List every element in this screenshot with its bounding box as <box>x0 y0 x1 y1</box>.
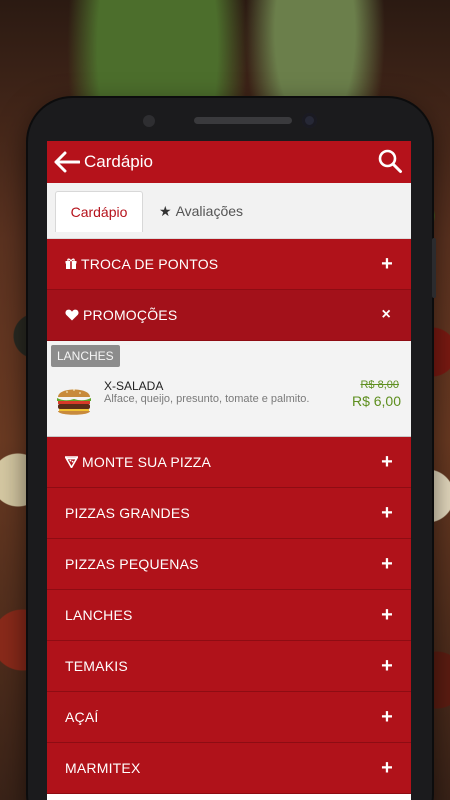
section-label: MONTE SUA PIZZA <box>82 454 212 470</box>
tab-label: Cardápio <box>70 204 128 220</box>
expand-icon[interactable]: + <box>381 452 393 472</box>
section-label-wrap: PROMOÇÕES <box>65 307 177 323</box>
menu-list: TROCA DE PONTOS + PROMOÇÕES × LANCHES X-… <box>47 239 411 794</box>
app-bar: Cardápio <box>47 141 411 183</box>
item-description: Alface, queijo, presunto, tomate e palmi… <box>104 393 310 405</box>
expand-icon[interactable]: + <box>381 758 393 778</box>
section-label: PIZZAS PEQUENAS <box>65 556 199 572</box>
expand-icon[interactable]: + <box>381 605 393 625</box>
section-label: MARMITEX <box>65 760 141 776</box>
pizza-slice-icon <box>65 456 78 468</box>
expand-icon[interactable]: + <box>381 656 393 676</box>
section-monte-sua-pizza[interactable]: MONTE SUA PIZZA + <box>47 437 411 488</box>
promo-item-card[interactable]: LANCHES X-SALADA Alface, queijo, presunt… <box>47 341 411 437</box>
section-lanches[interactable]: LANCHES + <box>47 590 411 641</box>
expand-icon[interactable]: + <box>381 707 393 727</box>
section-label: TROCA DE PONTOS <box>81 256 219 272</box>
expand-icon[interactable]: + <box>381 503 393 523</box>
section-label: LANCHES <box>65 607 133 623</box>
new-price: R$ 6,00 <box>351 393 401 409</box>
heart-icon <box>65 309 79 321</box>
category-badge: LANCHES <box>51 345 120 367</box>
tab-cardapio[interactable]: Cardápio <box>55 191 143 232</box>
section-acai[interactable]: AÇAÍ + <box>47 692 411 743</box>
front-camera <box>302 113 317 128</box>
earpiece-speaker <box>194 117 292 124</box>
page-title: Cardápio <box>84 152 153 171</box>
section-label: PIZZAS GRANDES <box>65 505 190 521</box>
old-price: R$ 8,00 <box>360 379 399 391</box>
section-temakis[interactable]: TEMAKIS + <box>47 641 411 692</box>
section-label: AÇAÍ <box>65 709 99 725</box>
volume-button <box>432 238 436 298</box>
sensor <box>143 115 155 127</box>
section-label: PROMOÇÕES <box>83 307 178 323</box>
tab-avaliacoes[interactable]: ★ Avaliações <box>159 191 243 231</box>
item-name: X-SALADA <box>104 379 164 393</box>
tab-bar: Cardápio ★ Avaliações <box>47 183 411 239</box>
arrow-left-icon[interactable] <box>52 150 82 174</box>
section-label: TEMAKIS <box>65 658 128 674</box>
section-label-wrap: TROCA DE PONTOS <box>65 256 218 272</box>
star-icon: ★ <box>159 202 172 219</box>
section-pizzas-pequenas[interactable]: PIZZAS PEQUENAS + <box>47 539 411 590</box>
expand-icon[interactable]: + <box>381 554 393 574</box>
section-label-wrap: MONTE SUA PIZZA <box>65 454 211 470</box>
gift-icon <box>65 258 77 270</box>
section-troca-de-pontos[interactable]: TROCA DE PONTOS + <box>47 239 411 290</box>
expand-icon[interactable]: + <box>381 254 393 274</box>
section-marmitex[interactable]: MARMITEX + <box>47 743 411 794</box>
burger-image <box>55 383 93 419</box>
section-promocoes[interactable]: PROMOÇÕES × <box>47 290 411 341</box>
section-pizzas-grandes[interactable]: PIZZAS GRANDES + <box>47 488 411 539</box>
search-icon[interactable] <box>377 148 403 174</box>
tab-label: Avaliações <box>175 203 244 219</box>
collapse-icon[interactable]: × <box>381 307 391 323</box>
app-screen: Cardápio Cardápio ★ Avaliações TROCA DE … <box>47 141 411 800</box>
